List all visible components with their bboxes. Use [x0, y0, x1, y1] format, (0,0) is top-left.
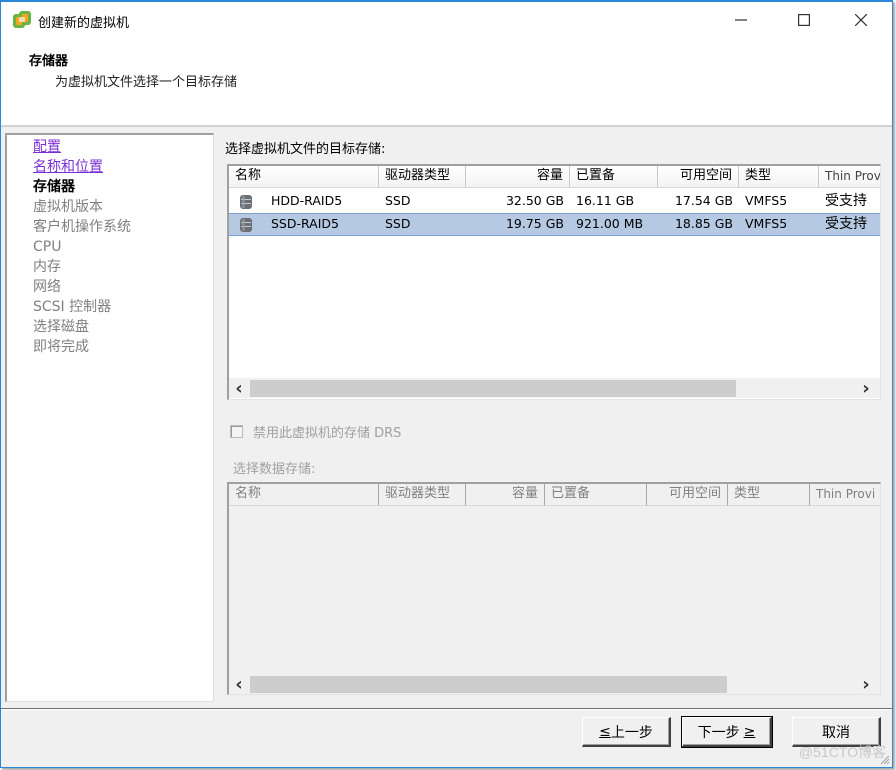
step-memory: 内存 — [33, 259, 61, 275]
column-header-provisioned[interactable]: 已置备 — [545, 484, 647, 506]
step-ready-complete: 即将完成 — [33, 339, 89, 355]
back-label: 上一步 — [610, 724, 653, 741]
column-header-type[interactable]: 类型 — [728, 484, 810, 506]
page-subtitle: 为虚拟机文件选择一个目标存储 — [55, 75, 238, 90]
select-datastore-label: 选择数据存储: — [233, 462, 316, 477]
cell-type: VMFS5 — [745, 216, 788, 231]
step-select-disk: 选择磁盘 — [33, 319, 89, 335]
step-name-location[interactable]: 名称和位置 — [33, 157, 103, 177]
cell-free-space: 18.85 GB — [674, 216, 733, 231]
table-row-selected[interactable]: SSD-RAID5 SSD 19.75 GB 921.00 MB 18.85 G… — [229, 213, 880, 236]
chevron-right-icon: › — [862, 673, 870, 695]
close-button[interactable] — [838, 2, 884, 38]
scroll-left-button[interactable]: ‹ — [229, 377, 249, 399]
step-scsi-controller: SCSI 控制器 — [33, 299, 112, 315]
cell-thin-provisioning: 受支持 — [825, 216, 867, 232]
next-label: 下一步 — [697, 724, 740, 741]
cancel-label: 取消 — [822, 724, 850, 741]
footer-divider — [1, 708, 892, 710]
minimize-button[interactable] — [718, 2, 764, 38]
cell-provisioned: 921.00 MB — [576, 216, 644, 231]
back-button[interactable]: ≤ 上一步 — [582, 717, 671, 747]
datastore-icon — [240, 195, 252, 209]
table-header: 名称 驱动器类型 容量 已置备 可用空间 类型 Thin Prov — [229, 166, 880, 188]
chevron-left-icon: ‹ — [235, 377, 243, 399]
back-mnemonic: ≤ — [599, 723, 611, 740]
column-header-capacity[interactable]: 容量 — [466, 166, 570, 188]
column-header-name[interactable]: 名称 — [229, 166, 379, 188]
cell-capacity: 19.75 GB — [505, 216, 564, 231]
cell-type: VMFS5 — [745, 193, 788, 208]
resize-grip-icon[interactable] — [878, 753, 890, 765]
minimize-icon — [735, 19, 747, 21]
disable-storage-drs-option: 禁用此虚拟机的存储 DRS — [230, 422, 401, 441]
step-cpu: CPU — [33, 239, 62, 255]
maximize-icon — [798, 14, 810, 26]
column-header-free-space[interactable]: 可用空间 — [647, 484, 728, 506]
target-storage-table: 名称 驱动器类型 容量 已置备 可用空间 类型 Thin Prov HDD-RA… — [227, 164, 881, 400]
column-header-drive-type[interactable]: 驱动器类型 — [379, 484, 466, 506]
wizard-header: 存储器 为虚拟机文件选择一个目标存储 — [1, 38, 892, 127]
step-storage: 存储器 — [33, 179, 75, 195]
step-config[interactable]: 配置 — [33, 137, 61, 157]
step-guest-os: 客户机操作系统 — [33, 219, 131, 235]
cell-capacity: 32.50 GB — [505, 193, 564, 208]
horizontal-scrollbar[interactable]: ‹ › — [229, 377, 880, 399]
disable-storage-drs-label: 禁用此虚拟机的存储 DRS — [253, 426, 402, 441]
column-header-provisioned[interactable]: 已置备 — [570, 166, 658, 188]
chevron-left-icon: ‹ — [235, 673, 243, 695]
column-header-thin-provisioning[interactable]: Thin Provi — [810, 484, 880, 506]
target-storage-label: 选择虚拟机文件的目标存储: — [225, 142, 386, 157]
scroll-left-button[interactable]: ‹ — [229, 673, 249, 695]
wizard-steps-nav: 配置 名称和位置 存储器 虚拟机版本 客户机操作系统 CPU 内存 网络 SCS… — [5, 133, 214, 702]
scrollbar-thumb[interactable] — [250, 380, 736, 397]
create-vm-dialog: 创建新的虚拟机 存储器 为虚拟机文件选择一个目标存储 配置 名称和位置 存储器 … — [0, 0, 893, 768]
column-header-drive-type[interactable]: 驱动器类型 — [379, 166, 466, 188]
column-header-capacity[interactable]: 容量 — [466, 484, 545, 506]
scrollbar-thumb[interactable] — [250, 676, 727, 693]
chevron-right-icon: › — [862, 377, 870, 399]
close-icon — [855, 14, 867, 26]
cell-free-space: 17.54 GB — [674, 193, 733, 208]
scroll-right-button[interactable]: › — [856, 673, 876, 695]
scroll-right-button[interactable]: › — [856, 377, 876, 399]
datastore-table: 名称 驱动器类型 容量 已置备 可用空间 类型 Thin Provi ‹ › — [227, 482, 881, 695]
column-header-name[interactable]: 名称 — [229, 484, 379, 506]
step-vm-version: 虚拟机版本 — [33, 199, 103, 215]
column-header-type[interactable]: 类型 — [739, 166, 819, 188]
cell-name: HDD-RAID5 — [271, 193, 343, 208]
window-title: 创建新的虚拟机 — [38, 16, 130, 31]
disable-storage-drs-checkbox[interactable] — [230, 425, 243, 438]
next-mnemonic: ≥ — [743, 723, 756, 740]
maximize-button[interactable] — [781, 2, 827, 38]
vsphere-icon — [13, 11, 31, 28]
next-button[interactable]: 下一步 ≥ — [681, 716, 773, 748]
page-title: 存储器 — [29, 54, 69, 69]
horizontal-scrollbar[interactable]: ‹ › — [229, 674, 880, 694]
title-bar: 创建新的虚拟机 — [1, 2, 892, 38]
column-header-thin-provisioning[interactable]: Thin Prov — [819, 166, 880, 188]
cell-thin-provisioning: 受支持 — [825, 193, 867, 209]
watermark: @51CTO博客 — [798, 744, 886, 760]
column-header-free-space[interactable]: 可用空间 — [658, 166, 739, 188]
table-row[interactable]: HDD-RAID5 SSD 32.50 GB 16.11 GB 17.54 GB… — [229, 190, 880, 213]
datastore-icon — [240, 218, 252, 232]
table-header: 名称 驱动器类型 容量 已置备 可用空间 类型 Thin Provi — [229, 484, 880, 506]
cell-provisioned: 16.11 GB — [576, 193, 635, 208]
cell-drive-type: SSD — [385, 193, 411, 208]
step-network: 网络 — [33, 279, 61, 295]
cell-name: SSD-RAID5 — [271, 216, 339, 231]
cell-drive-type: SSD — [385, 216, 411, 231]
